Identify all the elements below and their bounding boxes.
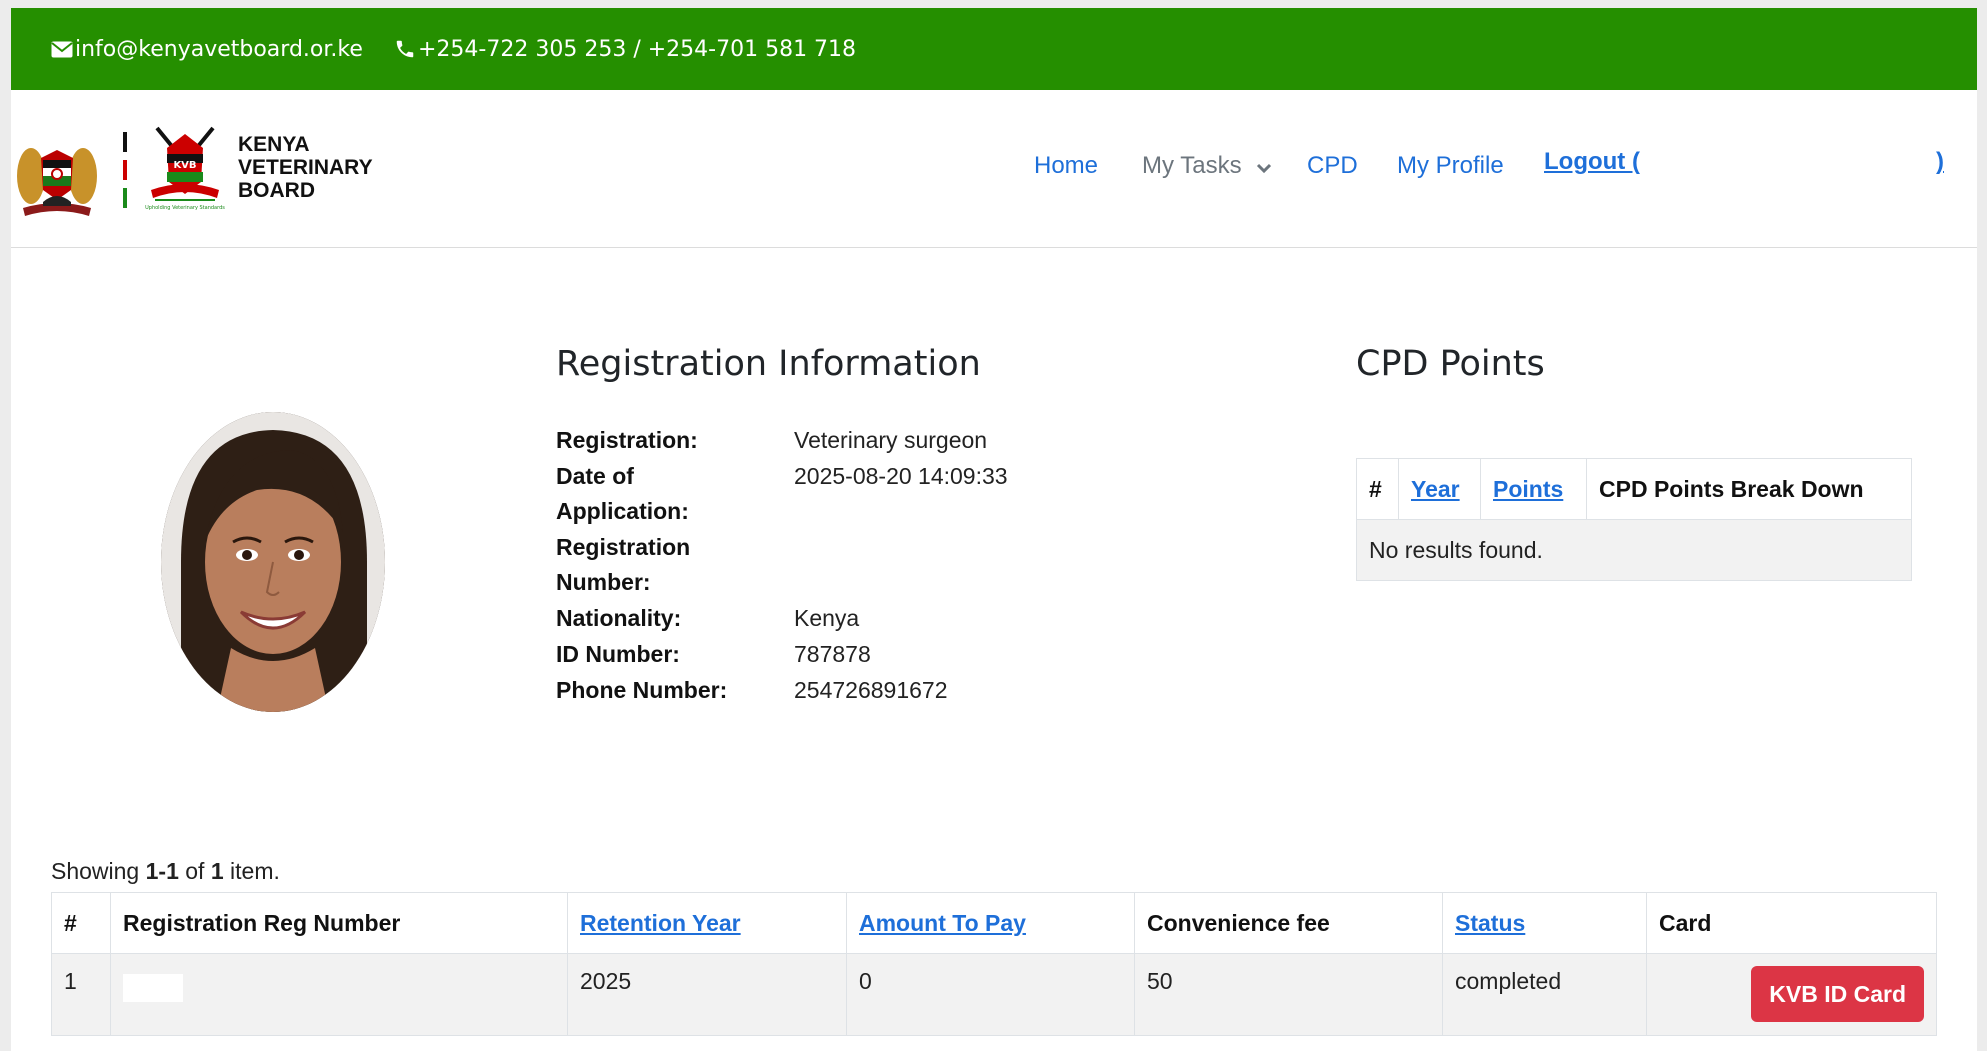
cpd-col-number: # <box>1356 458 1399 520</box>
retention-sort-amount[interactable]: Amount To Pay <box>859 910 1026 936</box>
retention-sort-status[interactable]: Status <box>1455 910 1525 936</box>
nav-home[interactable]: Home <box>1034 152 1098 180</box>
retention-col-number: # <box>51 892 111 954</box>
contact-bar: info@kenyavetboard.or.ke +254-722 305 25… <box>11 8 1977 90</box>
cpd-header-row: # Year Points CPD Points Break Down <box>1356 458 1912 520</box>
svg-text:Upholding Veterinary Standards: Upholding Veterinary Standards <box>145 205 225 211</box>
value-id-number: 787878 <box>794 641 871 667</box>
nav-cpd[interactable]: CPD <box>1307 152 1358 180</box>
registration-title: Registration Information <box>556 344 981 384</box>
value-nationality: Kenya <box>794 605 860 631</box>
flag-divider <box>123 132 127 212</box>
brand-line-1: KENYA <box>238 133 310 156</box>
value-phone-number: 254726891672 <box>794 677 948 703</box>
value-registration: Veterinary surgeon <box>794 427 988 453</box>
retention-header-row: # Registration Reg Number Retention Year… <box>51 892 1937 954</box>
nav-logout-close[interactable]: ) <box>1936 148 1944 176</box>
nav-my-tasks[interactable]: My Tasks <box>1142 152 1272 181</box>
contact-email[interactable]: info@kenyavetboard.or.ke <box>51 8 363 90</box>
retention-sort-year[interactable]: Retention Year <box>580 910 741 936</box>
brand-line-3: BOARD <box>238 179 315 202</box>
summary-suffix: item. <box>223 858 280 884</box>
nav-my-tasks-label: My Tasks <box>1142 152 1242 179</box>
cpd-col-breakdown: CPD Points Break Down <box>1586 458 1912 520</box>
cpd-title: CPD Points <box>1356 344 1545 384</box>
cell-year: 2025 <box>567 953 847 1036</box>
cell-number: 1 <box>51 953 111 1036</box>
cpd-empty-row: No results found. <box>1356 519 1912 581</box>
profile-photo <box>161 412 385 712</box>
label-registration-number: Registration Number: <box>556 534 691 595</box>
cpd-empty-message: No results found. <box>1356 519 1912 581</box>
cell-reg-number <box>110 953 568 1036</box>
reg-number-redacted <box>123 974 183 1002</box>
label-phone-number: Phone Number: <box>556 677 728 703</box>
cell-status: completed <box>1442 953 1647 1036</box>
cell-amount: 0 <box>846 953 1135 1036</box>
retention-col-reg-number: Registration Reg Number <box>110 892 568 954</box>
summary-range: 1-1 <box>145 858 179 884</box>
contact-phone-text[interactable]: +254-722 305 253 / +254-701 581 718 <box>418 37 856 62</box>
value-date-of-application: 2025-08-20 14:09:33 <box>794 463 1008 489</box>
grid-summary: Showing 1-1 of 1 item. <box>51 858 280 885</box>
table-row: 1 2025 0 50 completed KVB ID Card <box>51 953 1937 1036</box>
page-frame: info@kenyavetboard.or.ke +254-722 305 25… <box>11 8 1977 1051</box>
label-date-of-application: Date of Application: <box>556 463 689 524</box>
kvb-emblem-text: KVB <box>173 160 197 171</box>
retention-col-amount[interactable]: Amount To Pay <box>846 892 1135 954</box>
nav-my-profile[interactable]: My Profile <box>1397 152 1504 180</box>
retention-col-year[interactable]: Retention Year <box>567 892 847 954</box>
envelope-icon <box>51 41 73 58</box>
brand-line-2: VETERINARY <box>238 156 373 179</box>
cpd-sort-year[interactable]: Year <box>1411 476 1460 502</box>
retention-col-card: Card <box>1646 892 1937 954</box>
label-nationality: Nationality: <box>556 605 682 631</box>
label-id-number: ID Number: <box>556 641 680 667</box>
cpd-sort-points[interactable]: Points <box>1493 476 1563 502</box>
contact-email-text[interactable]: info@kenyavetboard.or.ke <box>75 37 363 62</box>
chevron-down-icon <box>1256 153 1272 181</box>
kvb-emblem-logo: Upholding Veterinary Standards KVB <box>145 124 225 214</box>
cell-card: KVB ID Card <box>1646 953 1937 1036</box>
summary-of: of <box>178 858 211 884</box>
kvb-id-card-button[interactable]: KVB ID Card <box>1751 966 1924 1022</box>
summary-prefix: Showing <box>51 858 146 884</box>
nav-logout[interactable]: Logout ( <box>1544 148 1640 176</box>
cpd-col-points[interactable]: Points <box>1480 458 1587 520</box>
retention-table: # Registration Reg Number Retention Year… <box>51 892 1937 1036</box>
retention-col-status[interactable]: Status <box>1442 892 1647 954</box>
summary-total: 1 <box>210 858 224 884</box>
cpd-col-year[interactable]: Year <box>1398 458 1481 520</box>
cell-fee: 50 <box>1134 953 1443 1036</box>
retention-col-fee: Convenience fee <box>1134 892 1443 954</box>
cpd-table: # Year Points CPD Points Break Down No r… <box>1356 458 1912 581</box>
phone-icon <box>394 38 416 60</box>
site-header: Upholding Veterinary Standards KVB KENYA… <box>11 90 1977 248</box>
label-registration: Registration: <box>556 427 698 453</box>
coat-of-arms-logo <box>13 128 101 218</box>
contact-phone[interactable]: +254-722 305 253 / +254-701 581 718 <box>394 8 856 90</box>
brand-name[interactable]: KENYA VETERINARY BOARD <box>238 133 373 202</box>
